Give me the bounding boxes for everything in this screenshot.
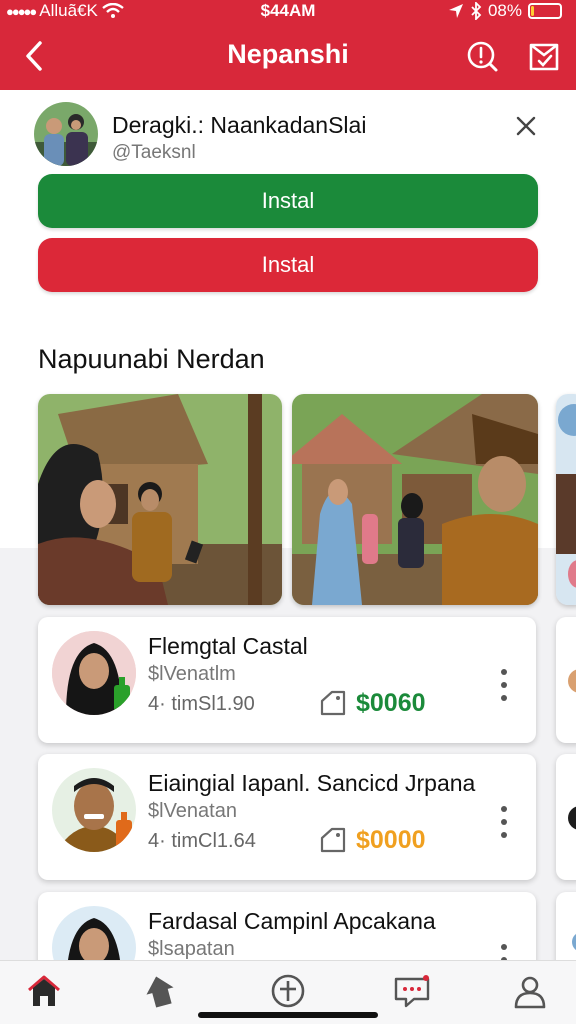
carrier-name: Alluã€K <box>39 1 98 20</box>
battery-percent: 08% <box>487 1 522 20</box>
app-avatar <box>34 102 98 166</box>
close-banner-button[interactable] <box>514 114 538 138</box>
alert-button[interactable] <box>464 38 500 74</box>
listing-card-peek[interactable] <box>556 617 576 743</box>
tab-home[interactable] <box>24 971 64 1011</box>
listing-card[interactable]: Eiaingial Iapanl. Sancicd Jrpana $lVenat… <box>38 754 536 880</box>
banner-handle: @Taeksnl <box>112 142 196 163</box>
listing-meta: 4· timCl1.64 <box>148 830 256 852</box>
alert-icon <box>467 41 498 72</box>
listing-price: $0060 <box>356 689 426 717</box>
back-chevron-icon <box>26 41 42 71</box>
install-banner: Deragki.: NaankadanSlai @Taeksnl Instal … <box>0 90 576 320</box>
listing-card[interactable]: Flemgtal Castal $lVenatlm 4· timSl1.90 $… <box>38 617 536 743</box>
tab-messages[interactable] <box>392 971 432 1011</box>
bluetooth-icon <box>471 2 482 20</box>
tab-create[interactable] <box>268 971 308 1011</box>
create-icon <box>271 974 305 1008</box>
tag-icon <box>320 827 346 853</box>
listing-avatar <box>52 768 136 852</box>
location-icon <box>448 4 463 18</box>
compose-button[interactable] <box>526 38 562 74</box>
more-options-icon[interactable] <box>498 806 510 838</box>
signal-dots-icon: ●●●●● <box>6 3 37 19</box>
home-icon <box>28 975 60 1006</box>
section-title: Napuunabi Nerdan <box>38 344 265 374</box>
listing-title: Flemgtal Castal <box>148 633 308 659</box>
wifi-icon <box>102 3 124 18</box>
listing-title: Fardasal Campinl Apcakana <box>148 908 436 934</box>
install-button-primary[interactable]: Instal <box>38 174 538 228</box>
back-button[interactable] <box>16 38 52 74</box>
tab-tags[interactable] <box>140 971 180 1011</box>
listing-subtitle: $lsapatan <box>148 938 235 960</box>
listing-avatar <box>52 631 136 715</box>
top-nav-bar: Nepanshi <box>0 24 576 90</box>
tag-icon <box>146 976 174 1008</box>
install-button-secondary[interactable]: Instal <box>38 238 538 292</box>
status-bar: ●●●●● Alluã€K $44AM 08% <box>0 0 576 24</box>
listing-title: Eiaingial Iapanl. Sancicd Jrpana <box>148 770 476 796</box>
listing-card-peek[interactable] <box>556 754 576 880</box>
messages-icon <box>394 975 430 1008</box>
listing-price: $0000 <box>356 826 426 854</box>
home-indicator <box>198 1012 378 1018</box>
listing-meta: 4· timSl1.90 <box>148 693 255 715</box>
tab-profile[interactable] <box>510 971 550 1011</box>
close-icon <box>516 116 536 136</box>
more-options-icon[interactable] <box>498 669 510 701</box>
listing-subtitle: $lVenatan <box>148 800 237 822</box>
banner-title: Deragki.: NaankadanSlai <box>112 112 367 138</box>
carousel-photo[interactable] <box>38 394 282 605</box>
profile-icon <box>514 976 546 1009</box>
compose-icon <box>529 43 559 71</box>
tag-icon <box>320 690 346 716</box>
carousel-photo[interactable] <box>292 394 538 605</box>
listing-subtitle: $lVenatlm <box>148 663 236 685</box>
carousel-photo-peek[interactable] <box>556 394 576 605</box>
battery-icon <box>528 3 562 19</box>
